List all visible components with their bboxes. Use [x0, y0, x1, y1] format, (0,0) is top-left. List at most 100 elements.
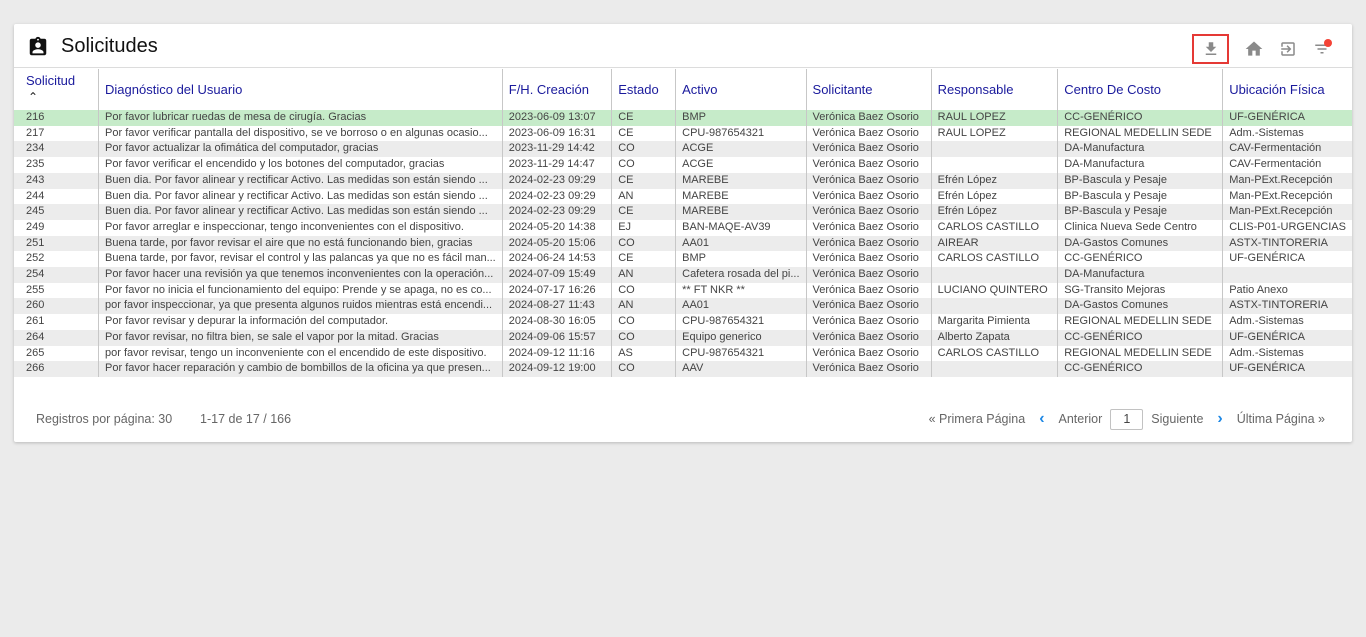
cell-diagnostico: Por favor verificar el encendido y los b…	[98, 157, 503, 173]
cell-centro-costo: Clinica Nueva Sede Centro	[1057, 219, 1224, 236]
cell-responsable: RAUL LOPEZ	[931, 110, 1059, 126]
cell-fecha-creacion: 2024-09-12 19:00	[502, 361, 613, 377]
download-button[interactable]	[1192, 34, 1229, 64]
cell-activo: AAV	[675, 361, 807, 377]
cell-solicitante: Verónica Baez Osorio	[806, 172, 932, 189]
cell-solicitud: 264	[14, 329, 100, 346]
cell-centro-costo: REGIONAL MEDELLIN SEDE	[1057, 125, 1224, 142]
column-header-centro-costo[interactable]: Centro De Costo	[1057, 69, 1224, 110]
previous-page-link[interactable]: Anterior	[1059, 412, 1103, 426]
cell-responsable: LUCIANO QUINTERO	[931, 282, 1059, 299]
home-button[interactable]	[1236, 34, 1272, 64]
cell-fecha-creacion: 2024-08-27 11:43	[502, 298, 613, 315]
cell-responsable: RAUL LOPEZ	[931, 125, 1059, 142]
cell-ubicacion-fisica: UF-GENÉRICA	[1222, 361, 1352, 377]
cell-solicitud: 235	[14, 157, 100, 173]
cell-diagnostico: Por favor hacer reparación y cambio de b…	[98, 361, 503, 377]
table-row[interactable]: 245 Buen dia. Por favor alinear y rectifi…	[14, 204, 1352, 220]
first-page-link[interactable]: « Primera Página	[929, 412, 1026, 426]
cell-activo: AA01	[675, 235, 807, 252]
cell-estado: CO	[611, 141, 677, 158]
cell-responsable: CARLOS CASTILLO	[931, 345, 1059, 362]
table-row[interactable]: 234 Por favor actualizar la ofimática del…	[14, 141, 1352, 158]
next-page-link[interactable]: Siguiente	[1151, 412, 1203, 426]
cell-solicitud: 216	[14, 110, 100, 126]
column-header-fecha-creacion[interactable]: F/H. Creación	[502, 69, 613, 110]
table-row[interactable]: 264 Por favor revisar, no filtra bien, se…	[14, 329, 1352, 346]
cell-responsable	[931, 141, 1059, 158]
cell-centro-costo: DA-Manufactura	[1057, 157, 1224, 173]
cell-diagnostico: Por favor lubricar ruedas de mesa de cir…	[98, 110, 503, 126]
cell-activo: MAREBE	[675, 172, 807, 189]
cell-activo: Cafetera rosada del pi...	[675, 267, 807, 283]
cell-centro-costo: CC-GENÉRICO	[1057, 329, 1224, 346]
solicitudes-table-container: Solicitud ⌃ Diagnóstico del Usuario F/H.…	[14, 69, 1352, 396]
filter-button[interactable]	[1304, 34, 1340, 64]
table-row[interactable]: 261 Por favor revisar y depurar la inform…	[14, 314, 1352, 330]
cell-centro-costo: SG-Transito Mejoras	[1057, 282, 1224, 299]
page-number-input[interactable]	[1110, 408, 1144, 430]
table-row[interactable]: 254 Por favor hacer una revisión ya que t…	[14, 267, 1352, 283]
cell-ubicacion-fisica: Patio Anexo	[1222, 282, 1352, 299]
cell-ubicacion-fisica: UF-GENÉRICA	[1222, 251, 1352, 268]
column-header-solicitante[interactable]: Solicitante	[806, 69, 932, 110]
table-row[interactable]: 235 Por favor verificar el encendido y lo…	[14, 157, 1352, 173]
cell-fecha-creacion: 2024-02-23 09:29	[502, 188, 613, 205]
cell-fecha-creacion: 2024-05-20 15:06	[502, 235, 613, 252]
table-row[interactable]: 255 Por favor no inicia el funcionamiento…	[14, 282, 1352, 299]
table-row[interactable]: 266 Por favor hacer reparación y cambio d…	[14, 361, 1352, 377]
cell-activo: Equipo generico	[675, 329, 807, 346]
cell-fecha-creacion: 2023-11-29 14:42	[502, 141, 613, 158]
cell-solicitante: Verónica Baez Osorio	[806, 314, 932, 330]
cell-solicitud: 260	[14, 298, 100, 315]
cell-ubicacion-fisica: ASTX-TINTORERIA	[1222, 235, 1352, 252]
cell-ubicacion-fisica	[1222, 267, 1352, 283]
column-header-responsable[interactable]: Responsable	[931, 69, 1059, 110]
cell-responsable: CARLOS CASTILLO	[931, 219, 1059, 236]
column-header-diagnostico[interactable]: Diagnóstico del Usuario	[98, 69, 503, 110]
cell-responsable: Efrén López	[931, 172, 1059, 189]
cell-fecha-creacion: 2024-09-12 11:16	[502, 345, 613, 362]
column-header-solicitud[interactable]: Solicitud ⌃	[14, 69, 100, 110]
table-row[interactable]: 265 por favor revisar, tengo un inconveni…	[14, 345, 1352, 362]
table-row[interactable]: 260 por favor inspeccionar, ya que presen…	[14, 298, 1352, 315]
cell-diagnostico: Buena tarde, por favor revisar el aire q…	[98, 235, 503, 252]
table-header-row: Solicitud ⌃ Diagnóstico del Usuario F/H.…	[14, 69, 1352, 110]
cell-diagnostico: Por favor verificar pantalla del disposi…	[98, 125, 503, 142]
cell-centro-costo: BP-Bascula y Pesaje	[1057, 172, 1224, 189]
chevron-left-icon[interactable]: ‹	[1039, 411, 1044, 427]
cell-diagnostico: Buen dia. Por favor alinear y rectificar…	[98, 188, 503, 205]
cell-diagnostico: Buena tarde, por favor, revisar el contr…	[98, 251, 503, 268]
table-row[interactable]: 251 Buena tarde, por favor revisar el air…	[14, 235, 1352, 252]
table-row[interactable]: 252 Buena tarde, por favor, revisar el co…	[14, 251, 1352, 268]
cell-activo: CPU-987654321	[675, 125, 807, 142]
cell-activo: ACGE	[675, 157, 807, 173]
table-row[interactable]: 216 Por favor lubricar ruedas de mesa de …	[14, 110, 1352, 126]
table-row[interactable]: 249 Por favor arreglar e inspeccionar, te…	[14, 219, 1352, 236]
exit-button[interactable]	[1270, 34, 1306, 64]
cell-solicitud: 245	[14, 204, 100, 220]
last-page-link[interactable]: Última Página »	[1237, 412, 1325, 426]
cell-ubicacion-fisica: Adm.-Sistemas	[1222, 345, 1352, 362]
chevron-right-icon[interactable]: ›	[1217, 411, 1222, 427]
table-row[interactable]: 243 Buen dia. Por favor alinear y rectifi…	[14, 172, 1352, 189]
cell-activo: CPU-987654321	[675, 345, 807, 362]
cell-centro-costo: BP-Bascula y Pesaje	[1057, 188, 1224, 205]
column-header-activo[interactable]: Activo	[675, 69, 807, 110]
column-header-ubicacion-fisica[interactable]: Ubicación Física	[1222, 69, 1352, 110]
cell-ubicacion-fisica: UF-GENÉRICA	[1222, 329, 1352, 346]
cell-fecha-creacion: 2024-07-17 16:26	[502, 282, 613, 299]
cell-ubicacion-fisica: CLIS-P01-URGENCIAS	[1222, 219, 1352, 236]
table-row[interactable]: 244 Buen dia. Por favor alinear y rectifi…	[14, 188, 1352, 205]
panel-header: Solicitudes	[14, 24, 1352, 68]
cell-ubicacion-fisica: ASTX-TINTORERIA	[1222, 298, 1352, 315]
cell-fecha-creacion: 2023-11-29 14:47	[502, 157, 613, 173]
cell-solicitante: Verónica Baez Osorio	[806, 345, 932, 362]
column-header-estado[interactable]: Estado	[611, 69, 677, 110]
cell-solicitud: 249	[14, 219, 100, 236]
cell-diagnostico: Por favor hacer una revisión ya que tene…	[98, 267, 503, 283]
table-row[interactable]: 217 Por favor verificar pantalla del disp…	[14, 125, 1352, 142]
sort-ascending-icon[interactable]: ⌃	[28, 90, 92, 104]
cell-diagnostico: por favor inspeccionar, ya que presenta …	[98, 298, 503, 315]
cell-activo: BMP	[675, 251, 807, 268]
